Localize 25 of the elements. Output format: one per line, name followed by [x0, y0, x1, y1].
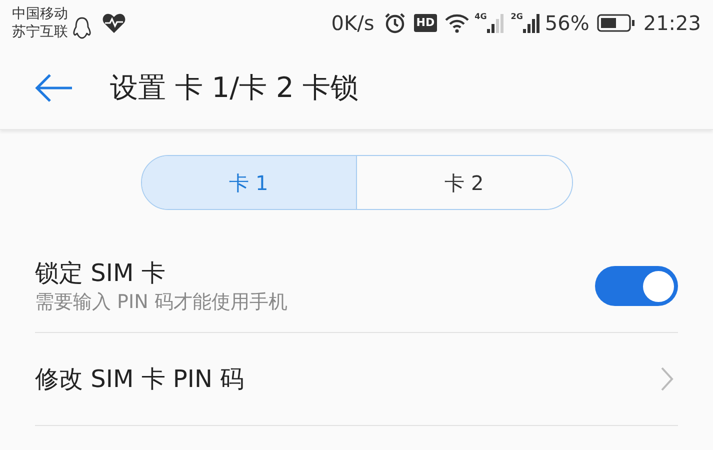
setting-title: 修改 SIM 卡 PIN 码	[35, 364, 246, 395]
lock-switch[interactable]	[595, 266, 678, 306]
network-type: 4G	[474, 11, 487, 23]
carrier-name: 中国移动	[12, 5, 68, 23]
chevron-right-icon	[660, 366, 674, 392]
hd-badge: HD	[414, 14, 437, 32]
alarm-icon	[384, 12, 406, 34]
battery-icon	[597, 13, 636, 33]
signal-icon	[522, 13, 541, 33]
back-button[interactable]	[34, 72, 74, 102]
clock: 21:23	[643, 10, 701, 37]
battery-percent: 56%	[544, 10, 590, 37]
heart-rate-icon	[102, 12, 126, 34]
wifi-icon	[444, 13, 469, 33]
penguin-icon	[72, 16, 92, 40]
network-type: 2G	[510, 11, 523, 23]
carrier-name: 苏宁互联	[12, 23, 68, 41]
back-arrow-icon	[34, 72, 74, 102]
setting-description: 需要输入 PIN 码才能使用手机	[35, 290, 288, 315]
page-title: 设置 卡 1/卡 2 卡锁	[110, 70, 359, 106]
sim-tab[interactable]: 卡 2	[356, 156, 572, 209]
network-speed: 0K/s	[331, 10, 374, 37]
signal-icon	[486, 13, 505, 33]
sim-tab[interactable]: 卡 1	[142, 156, 356, 209]
setting-title: 锁定 SIM 卡	[35, 258, 166, 289]
